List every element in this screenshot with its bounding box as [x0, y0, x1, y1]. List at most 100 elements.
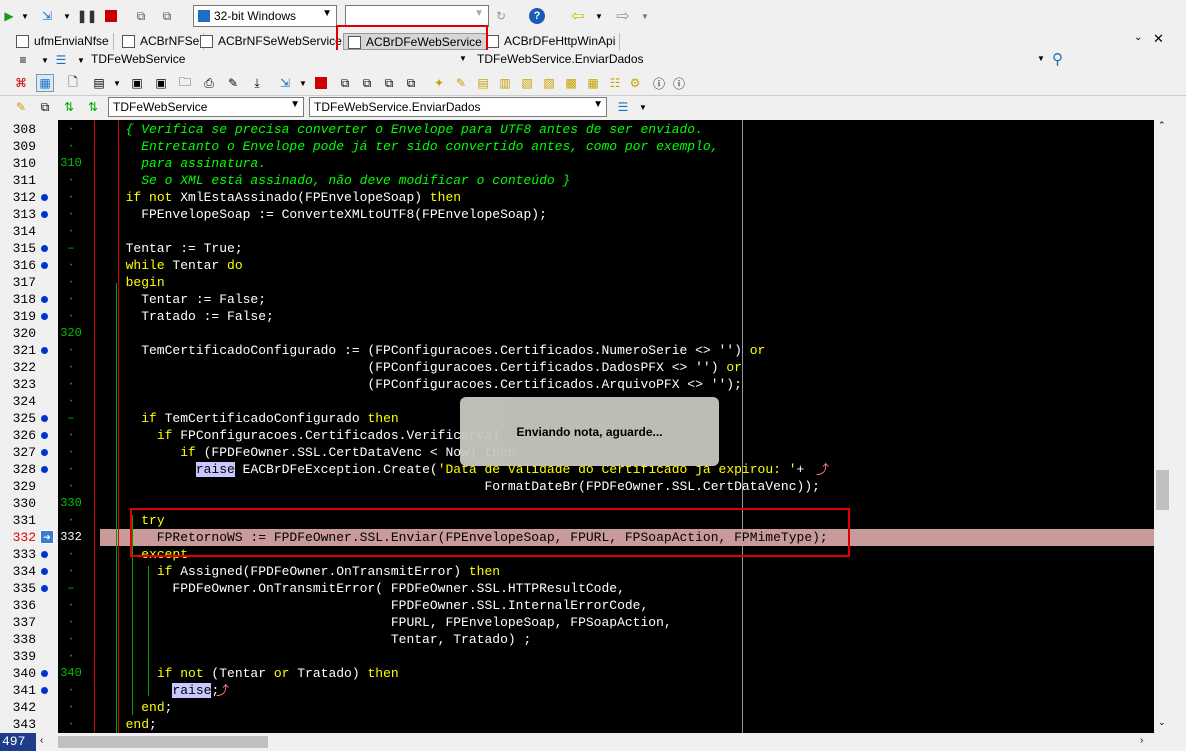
tab-acbrnfse[interactable]: ACBrNFSe [118, 33, 205, 50]
back-arrow-icon[interactable]: ⇦ [569, 7, 587, 25]
line-number[interactable]: 333 [0, 546, 36, 563]
view-unit-icon[interactable]: ▤ [474, 74, 492, 92]
breakpoint-dot-icon[interactable] [41, 687, 48, 694]
code-line[interactable]: Tentar := True; [110, 240, 243, 257]
tab-ufmenvianfse[interactable]: ufmEnviaNfse [12, 33, 114, 50]
breakpoint-dot-icon[interactable] [41, 262, 48, 269]
code-line[interactable]: FormatDateBr(FPDFeOwner.SSL.CertDataVenc… [110, 478, 819, 495]
tab-acbrdfehttpwinapi[interactable]: ACBrDFeHttpWinApi [482, 33, 621, 50]
code-line[interactable]: Tratado := False; [110, 308, 274, 325]
toggle-bookmark-icon[interactable]: ✎ [12, 98, 30, 116]
code-line[interactable]: FPDFeOwner.OnTransmitError( FPDFeOwner.S… [110, 580, 624, 597]
line-number[interactable]: 325 [0, 410, 36, 427]
code-line[interactable]: raise; [110, 682, 219, 699]
run-dropdown-icon[interactable]: ▼ [16, 7, 34, 25]
code-list-icon[interactable]: ☰ [614, 98, 632, 116]
code-line[interactable]: Tentar, Tratado) ; [110, 631, 531, 648]
component-icon[interactable]: ✦ [430, 74, 448, 92]
toggle-form-unit-icon[interactable]: ▧ [518, 74, 536, 92]
code-line[interactable]: if FPConfiguracoes.Certificados.Verifica… [110, 427, 500, 444]
line-number[interactable]: 319 [0, 308, 36, 325]
back-dropdown-icon[interactable]: ▼ [590, 7, 608, 25]
breakpoint-dot-icon[interactable] [41, 466, 48, 473]
tab-list-chevron-icon[interactable]: ⌄ [1134, 32, 1142, 43]
info-icon[interactable]: ⓘ [650, 74, 668, 92]
target-platform-combo[interactable]: 32-bit Windows ▼ [193, 5, 337, 27]
class-select[interactable]: TDFeWebService ▼ [108, 97, 304, 117]
line-number[interactable]: 338 [0, 631, 36, 648]
line-number[interactable]: 315 [0, 240, 36, 257]
code-list-dropdown-icon[interactable]: ▼ [634, 98, 652, 116]
tab-acbrdfewebservice[interactable]: ACBrDFeWebService [343, 33, 487, 50]
code-line[interactable]: Tentar := False; [110, 291, 266, 308]
run-to-cursor-icon[interactable]: ⧉ [402, 74, 420, 92]
new-file-icon[interactable]: 🗋 [64, 74, 82, 92]
scroll-right-icon[interactable]: › [1140, 735, 1143, 746]
vertical-scroll-thumb[interactable] [1156, 470, 1169, 510]
line-number[interactable]: 334 [0, 563, 36, 580]
code-line[interactable]: para assinatura. [110, 155, 266, 172]
line-number[interactable]: 335 [0, 580, 36, 597]
open-dropdown-icon[interactable]: ▼ [108, 74, 126, 92]
horizontal-scrollbar[interactable]: ‹ › [36, 733, 1154, 751]
run-without-debug-icon[interactable]: ⇲ [38, 7, 56, 25]
scroll-left-icon[interactable]: ‹ [40, 735, 43, 746]
line-number[interactable]: 318 [0, 291, 36, 308]
trace-into-icon[interactable]: ⧉ [358, 74, 376, 92]
code-view-icon[interactable]: ▦ [36, 74, 54, 92]
breakpoint-dot-icon[interactable] [41, 211, 48, 218]
save-all-icon[interactable]: ▣ [152, 74, 170, 92]
scroll-down-icon[interactable]: ⌄ [1158, 717, 1166, 728]
line-number[interactable]: 329 [0, 478, 36, 495]
line-number[interactable]: 314 [0, 223, 36, 240]
forward-arrow-icon[interactable]: ⇨ [614, 7, 632, 25]
line-number[interactable]: 312 [0, 189, 36, 206]
class-browser-label[interactable]: TDFeWebService [91, 52, 185, 66]
code-line[interactable]: (FPConfiguracoes.Certificados.ArquivoPFX… [110, 376, 741, 393]
code-line[interactable]: TemCertificadoConfigurado := (FPConfigur… [110, 342, 765, 359]
scroll-up-icon[interactable]: ⌃ [1158, 120, 1166, 131]
step-over-icon[interactable]: ⧉ [336, 74, 354, 92]
breakpoint-dot-icon[interactable] [41, 568, 48, 575]
copy-icon[interactable]: ⧉ [36, 98, 54, 116]
line-number[interactable]: 309 [0, 138, 36, 155]
download-icon[interactable]: ⤓ [248, 74, 266, 92]
breakpoint-dot-icon[interactable] [41, 585, 48, 592]
method-select[interactable]: TDFeWebService.EnviarDados ▼ [309, 97, 607, 117]
code-line[interactable]: Entretanto o Envelope pode já ter sido c… [110, 138, 718, 155]
close-tab-icon[interactable]: ✕ [1153, 31, 1164, 47]
trace-into-icon[interactable]: ⧉ [158, 7, 176, 25]
breakpoint-dot-icon[interactable] [41, 449, 48, 456]
interface-icon[interactable]: ⇅ [60, 98, 78, 116]
code-line[interactable]: end; [110, 699, 172, 716]
line-number[interactable]: 326 [0, 427, 36, 444]
code-line[interactable]: if TemCertificadoConfigurado then [110, 410, 398, 427]
line-number[interactable]: 321 [0, 342, 36, 359]
line-number[interactable]: 322 [0, 359, 36, 376]
code-line[interactable]: except [110, 546, 188, 563]
line-number[interactable]: 320 [0, 325, 36, 342]
chevron-down-icon[interactable]: ▼ [1037, 54, 1045, 63]
line-number[interactable]: 310 [0, 155, 36, 172]
vertical-scrollbar[interactable]: ⌃ ⌄ [1154, 120, 1171, 733]
pause-icon[interactable]: ❚❚ [77, 7, 97, 25]
tab-acbrnfsewebservice[interactable]: ACBrNFSeWebService [196, 33, 347, 50]
breakpoint-dot-icon[interactable] [41, 296, 48, 303]
save-icon[interactable]: ▣ [128, 74, 146, 92]
breakpoint-dot-icon[interactable] [41, 670, 48, 677]
line-number[interactable]: 316 [0, 257, 36, 274]
code-line[interactable]: if not (Tentar or Tratado) then [110, 665, 399, 682]
code-line[interactable]: { Verifica se precisa converter o Envelo… [110, 121, 703, 138]
breakpoint-dot-icon[interactable] [41, 313, 48, 320]
code-line[interactable]: FPDFeOwner.SSL.InternalErrorCode, [110, 597, 648, 614]
tool-palette-icon[interactable]: ▦ [584, 74, 602, 92]
print-icon[interactable]: ⎙ [200, 74, 218, 92]
trace-to-line-icon[interactable]: ⧉ [380, 74, 398, 92]
breakpoint-dot-icon[interactable] [41, 245, 48, 252]
project-manager-icon[interactable]: ▨ [540, 74, 558, 92]
stack-icon[interactable]: ≡ [14, 51, 32, 69]
stop-icon[interactable] [312, 74, 330, 92]
line-number[interactable]: 339 [0, 648, 36, 665]
refresh-icon[interactable]: ↻ [492, 7, 510, 25]
options-icon[interactable]: ☷ [606, 74, 624, 92]
